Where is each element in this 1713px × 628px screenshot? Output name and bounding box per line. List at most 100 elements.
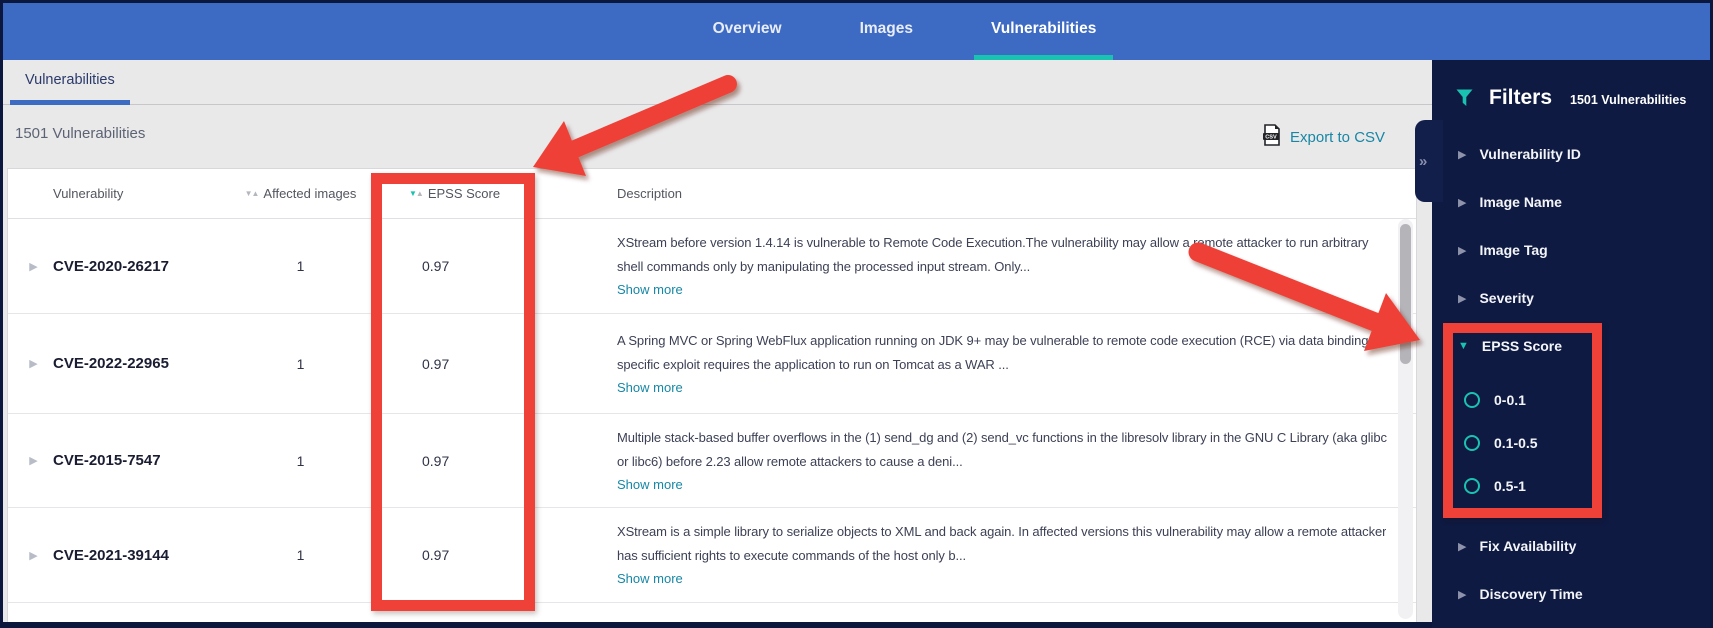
filters-vulnerability-count: 1501 Vulnerabilities [1570, 93, 1687, 107]
top-nav-bar: Overview Images Vulnerabilities [3, 3, 1710, 60]
subtab-strip: Vulnerabilities [3, 60, 1432, 105]
filter-item-label: EPSS Score [1481, 338, 1563, 354]
table-row: ▶ CVE-2015-7547 1 0.97 Multiple stack-ba… [8, 414, 1416, 508]
triangle-down-icon: ▼ [1458, 340, 1469, 352]
radio-button-icon[interactable] [1464, 392, 1480, 408]
row-expand-icon[interactable]: ▶ [21, 357, 37, 370]
epss-score-value: 0.97 [422, 452, 450, 469]
row-expand-icon[interactable]: ▶ [21, 549, 37, 562]
filter-item-label: Image Name [1479, 194, 1562, 210]
show-more-link[interactable]: Show more [617, 377, 683, 399]
description-line: XStream is a simple library to serialize… [617, 524, 1387, 539]
filter-item-image-tag[interactable]: ▶ Image Tag [1458, 242, 1548, 258]
show-more-link[interactable]: Show more [617, 474, 683, 496]
description-line: shell commands only by manipulating the … [617, 259, 1031, 274]
chevron-right-icon: ▶ [1458, 588, 1467, 601]
affected-images-value: 1 [296, 355, 305, 372]
filter-item-epss-score[interactable]: ▼ EPSS Score [1458, 338, 1562, 354]
description-line: specific exploit requires the applicatio… [617, 356, 1009, 372]
column-header-vulnerability[interactable]: Vulnerability [51, 186, 223, 201]
show-more-link[interactable]: Show more [617, 568, 683, 590]
epss-option-0-0.1[interactable]: 0-0.1 [1464, 392, 1526, 408]
epss-score-value: 0.97 [422, 258, 450, 274]
filter-item-label: Discovery Time [1479, 586, 1583, 602]
sort-desc-icon-active[interactable]: ▼ [409, 189, 417, 198]
vulnerabilities-table: Vulnerability ▼▲ Affected images ▼▲ EPSS… [7, 168, 1417, 622]
table-row: ▶ CVE-2021-39144 1 0.97 XStream is a sim… [8, 508, 1416, 603]
filter-item-severity[interactable]: ▶ Severity [1458, 290, 1534, 306]
epss-option-0.5-1[interactable]: 0.5-1 [1464, 478, 1526, 494]
affected-images-value: 1 [296, 547, 305, 563]
filter-item-label: Fix Availability [1479, 538, 1577, 554]
table-row-partial [8, 603, 1416, 622]
top-nav-tabs: Overview Images Vulnerabilities [674, 3, 1136, 60]
subtab-vulnerabilities[interactable]: Vulnerabilities [10, 60, 130, 105]
description-line: or libc6) before 2.23 allow remote attac… [617, 453, 963, 469]
description-line: XStream before version 1.4.14 is vulnera… [617, 235, 1369, 250]
sort-icons[interactable]: ▼▲ [245, 189, 260, 198]
chevron-right-icon: ▶ [1458, 196, 1467, 209]
epss-score-value: 0.97 [422, 547, 450, 563]
export-to-csv-button[interactable]: CSV Export to CSV [1262, 124, 1385, 150]
filter-item-label: Severity [1479, 290, 1534, 306]
table-header-row: Vulnerability ▼▲ Affected images ▼▲ EPSS… [8, 169, 1416, 219]
nav-tab-vulnerabilities[interactable]: Vulnerabilities [973, 3, 1114, 60]
chevron-right-icon: ▶ [1458, 148, 1467, 161]
chevron-right-icon: ▶ [1458, 244, 1467, 257]
column-header-description: Description [617, 186, 683, 201]
filters-title: Filters [1489, 86, 1553, 109]
svg-text:CSV: CSV [1265, 135, 1277, 141]
radio-label: 0.5-1 [1494, 478, 1526, 494]
description-cell: XStream before version 1.4.14 is vulnera… [538, 231, 1416, 301]
vulnerability-id: CVE-2020-26217 [53, 257, 169, 275]
sort-icons-epss[interactable]: ▼▲ [409, 189, 424, 198]
radio-button-icon[interactable] [1464, 435, 1480, 451]
filters-header: Filters 1501 Vulnerabilities [1456, 86, 1686, 110]
nav-tab-images[interactable]: Images [843, 3, 930, 60]
affected-images-value: 1 [296, 258, 305, 274]
main-content: Vulnerabilities 1501 Vulnerabilities CSV… [3, 60, 1432, 622]
show-more-link[interactable]: Show more [617, 279, 683, 301]
chevron-right-icon: ▶ [1458, 292, 1467, 305]
table-scrollbar[interactable] [1398, 219, 1413, 619]
vulnerability-id: CVE-2022-22965 [53, 355, 169, 372]
table-row: ▶ CVE-2020-26217 1 0.97 XStream before v… [8, 219, 1416, 314]
scrollbar-thumb[interactable] [1400, 224, 1411, 364]
description-line: Multiple stack-based buffer overflows in… [617, 429, 1387, 445]
filter-item-label: Image Tag [1479, 242, 1548, 258]
chevron-right-icon: ▶ [1458, 540, 1467, 553]
description-line: has sufficient rights to execute command… [617, 548, 966, 563]
description-cell: Multiple stack-based buffer overflows in… [538, 426, 1423, 496]
sort-desc-icon[interactable]: ▼ [245, 189, 253, 198]
filter-item-discovery-time[interactable]: ▶ Discovery Time [1458, 586, 1583, 602]
description-line: A Spring MVC or Spring WebFlux applicati… [617, 332, 1398, 348]
filter-item-vulnerability-id[interactable]: ▶ Vulnerability ID [1458, 146, 1581, 162]
sidebar-collapse-handle[interactable]: » [1415, 120, 1443, 202]
sort-asc-icon[interactable]: ▲ [416, 189, 424, 198]
filter-funnel-icon [1456, 89, 1473, 112]
vulnerability-id: CVE-2021-39144 [53, 546, 169, 564]
epss-option-0.1-0.5[interactable]: 0.1-0.5 [1464, 435, 1538, 451]
sort-asc-icon[interactable]: ▲ [252, 189, 260, 198]
description-cell: XStream is a simple library to serialize… [538, 520, 1422, 590]
epss-score-value: 0.97 [422, 355, 450, 372]
table-toolbar: 1501 Vulnerabilities CSV Export to CSV [3, 105, 1432, 167]
description-cell: A Spring MVC or Spring WebFlux applicati… [538, 329, 1433, 399]
filters-sidebar: Filters 1501 Vulnerabilities ▶ Vulnerabi… [1432, 60, 1710, 628]
csv-file-icon: CSV [1262, 124, 1282, 150]
radio-button-icon[interactable] [1464, 478, 1480, 494]
nav-tab-overview[interactable]: Overview [696, 3, 799, 60]
row-expand-icon[interactable]: ▶ [21, 454, 37, 467]
column-header-affected-images[interactable]: ▼▲ Affected images [245, 186, 357, 201]
vulnerability-id: CVE-2015-7547 [53, 452, 161, 469]
filter-item-fix-availability[interactable]: ▶ Fix Availability [1458, 538, 1576, 554]
affected-images-value: 1 [296, 452, 305, 469]
radio-label: 0.1-0.5 [1494, 435, 1538, 451]
row-expand-icon[interactable]: ▶ [21, 260, 37, 273]
column-header-epss-score[interactable]: ▼▲ EPSS Score [378, 186, 500, 201]
filter-item-label: Vulnerability ID [1479, 146, 1581, 162]
export-to-csv-label: Export to CSV [1290, 128, 1386, 146]
radio-label: 0-0.1 [1494, 392, 1526, 408]
collapse-icon: » [1419, 152, 1428, 170]
filter-item-image-name[interactable]: ▶ Image Name [1458, 194, 1562, 210]
